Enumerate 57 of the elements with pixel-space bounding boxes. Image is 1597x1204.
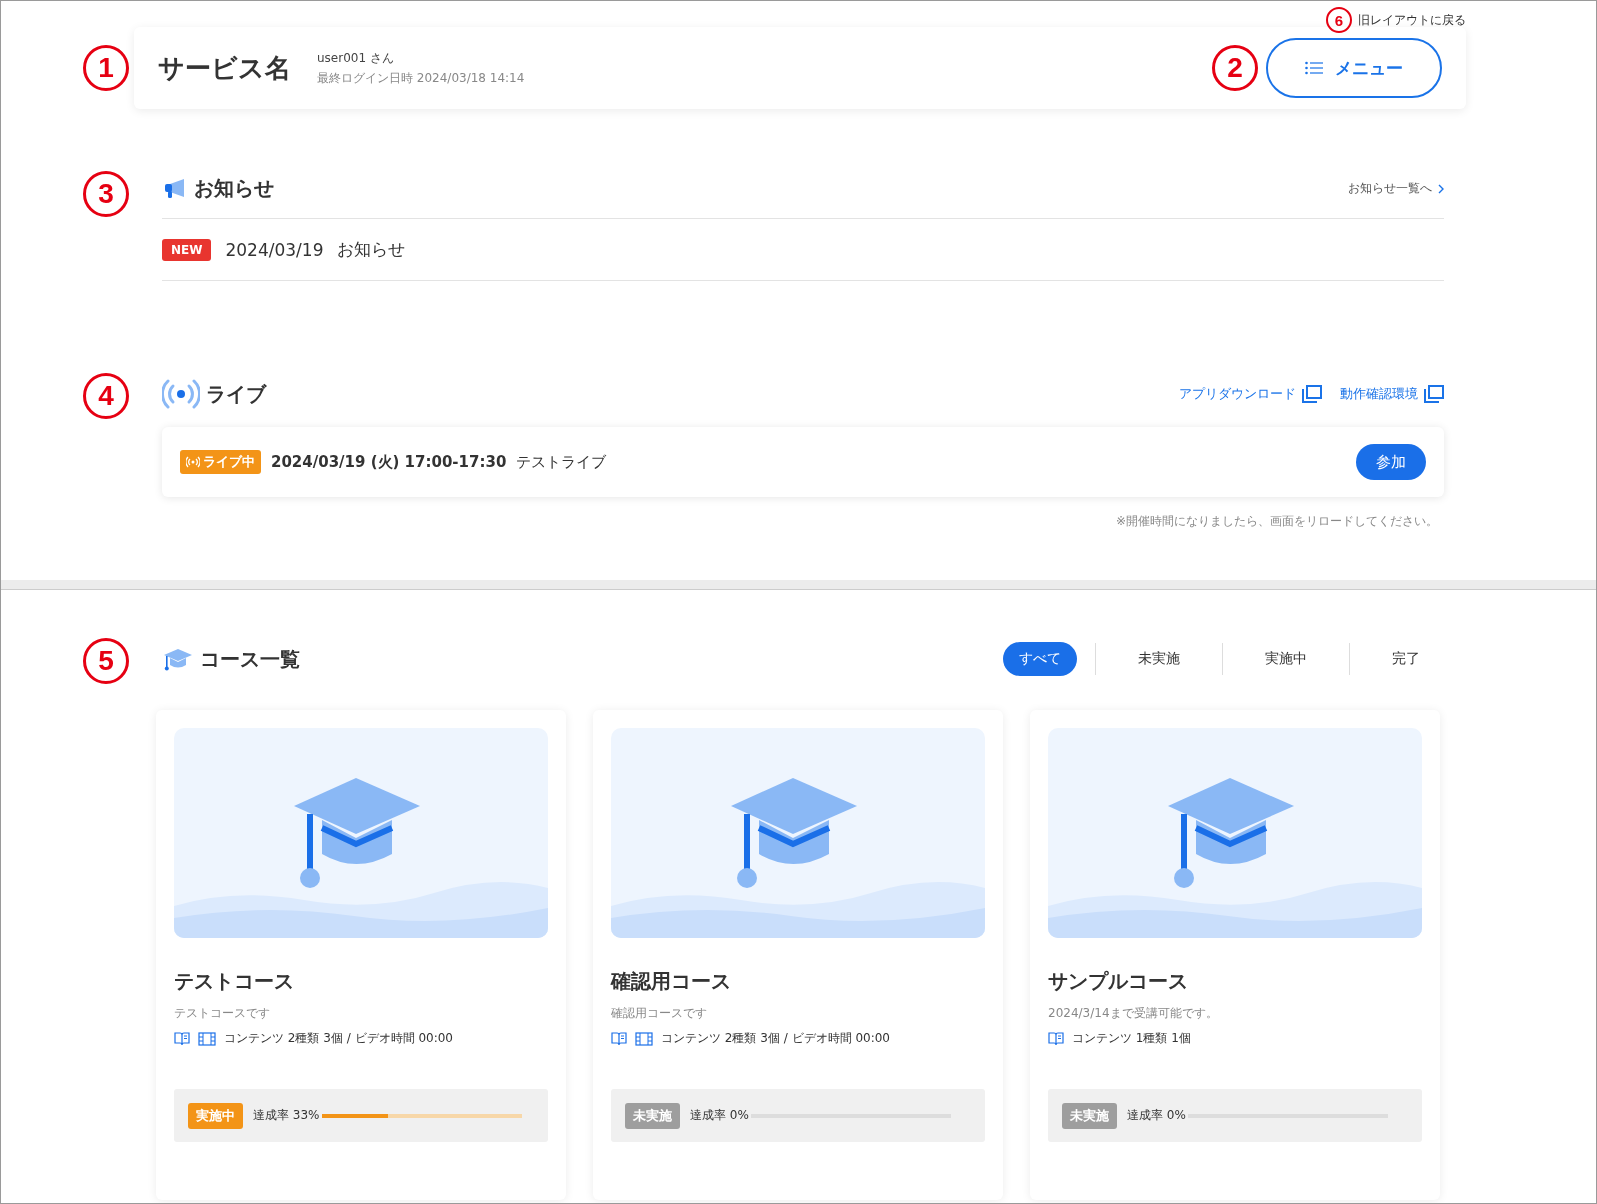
section-title: お知らせ — [194, 175, 274, 202]
filter-tab[interactable]: 実施中 — [1241, 642, 1331, 676]
annotation-number: 6 — [1326, 7, 1352, 33]
chevron-right-icon — [1438, 183, 1444, 194]
status-badge: 未実施 — [1062, 1102, 1117, 1129]
book-icon — [611, 1030, 627, 1047]
course-title: サンプルコース — [1048, 968, 1189, 995]
book-icon — [174, 1030, 190, 1047]
live-name: テストライブ — [516, 452, 607, 472]
status-badge: 未実施 — [625, 1102, 680, 1129]
course-card[interactable]: テストコース テストコースです コンテンツ 2種類 3個 / ビデオ時間 00:00 実施中 達成率 33% — [156, 710, 566, 1200]
progress-label: 達成率 0% — [690, 1107, 749, 1124]
filter-tab[interactable]: 未実施 — [1114, 642, 1204, 676]
broadcast-icon — [186, 456, 200, 468]
book-icon — [1048, 1030, 1064, 1047]
annotation-number: 2 — [1212, 45, 1258, 91]
course-contents: コンテンツ 1種類 1個 — [1072, 1030, 1191, 1047]
live-badge-label: ライブ中 — [203, 453, 255, 471]
course-title: 確認用コース — [611, 968, 732, 995]
course-description: テストコースです — [174, 1005, 271, 1022]
annotation-number: 5 — [83, 638, 129, 684]
course-description: 確認用コースです — [611, 1005, 708, 1022]
course-contents: コンテンツ 2種類 3個 / ビデオ時間 00:00 — [661, 1030, 890, 1047]
external-link[interactable]: 動作確認環境 — [1340, 385, 1444, 403]
progress-label: 達成率 33% — [253, 1107, 320, 1124]
external-link[interactable]: アプリダウンロード — [1179, 385, 1322, 403]
course-contents: コンテンツ 2種類 3個 / ビデオ時間 00:00 — [224, 1030, 453, 1047]
menu-button[interactable]: メニュー — [1266, 38, 1442, 98]
status-badge: 実施中 — [188, 1102, 243, 1129]
last-login: 最終ログイン日時 2024/03/18 14:14 — [317, 69, 525, 87]
annotation-number: 4 — [83, 373, 129, 419]
section-title: ライブ — [206, 380, 266, 408]
notice-date: 2024/03/19 — [225, 239, 324, 260]
notice-list-link[interactable]: お知らせ一覧へ — [1348, 180, 1444, 197]
course-title: テストコース — [174, 968, 295, 995]
progress-label: 達成率 0% — [1127, 1107, 1186, 1124]
service-name: サービス名 — [158, 51, 291, 85]
notice-link[interactable]: お知らせ — [337, 238, 406, 261]
user-name: user001 さん — [317, 49, 395, 67]
broadcast-icon — [162, 377, 200, 411]
old-layout-link[interactable]: 旧レイアウトに戻る — [1358, 11, 1466, 29]
course-description: 2024/3/14まで受講可能です。 — [1048, 1005, 1219, 1022]
new-window-icon — [1424, 385, 1444, 403]
filter-tab[interactable]: 完了 — [1368, 642, 1444, 676]
filter-tab[interactable]: すべて — [1003, 642, 1077, 676]
course-card[interactable]: 確認用コース 確認用コースです コンテンツ 2種類 3個 / ビデオ時間 00:00 未実施 達成率 0% — [593, 710, 1003, 1200]
live-datetime: 2024/03/19 (火) 17:00-17:30 — [271, 452, 507, 472]
new-window-icon — [1302, 385, 1322, 403]
annotation-number: 3 — [83, 171, 129, 217]
reload-note: ※開催時間になりましたら、画面をリロードしてください。 — [1114, 513, 1439, 530]
new-badge: NEW — [162, 238, 212, 261]
course-card[interactable]: サンプルコース 2024/3/14まで受講可能です。 コンテンツ 1種類 1個 未実施 達成率 0% — [1030, 710, 1440, 1200]
annotation-number: 1 — [83, 45, 129, 91]
list-icon — [1305, 61, 1323, 75]
graduation-cap-icon — [162, 646, 194, 672]
section-title: コース一覧 — [200, 645, 300, 673]
join-button[interactable]: 参加 — [1356, 444, 1426, 480]
